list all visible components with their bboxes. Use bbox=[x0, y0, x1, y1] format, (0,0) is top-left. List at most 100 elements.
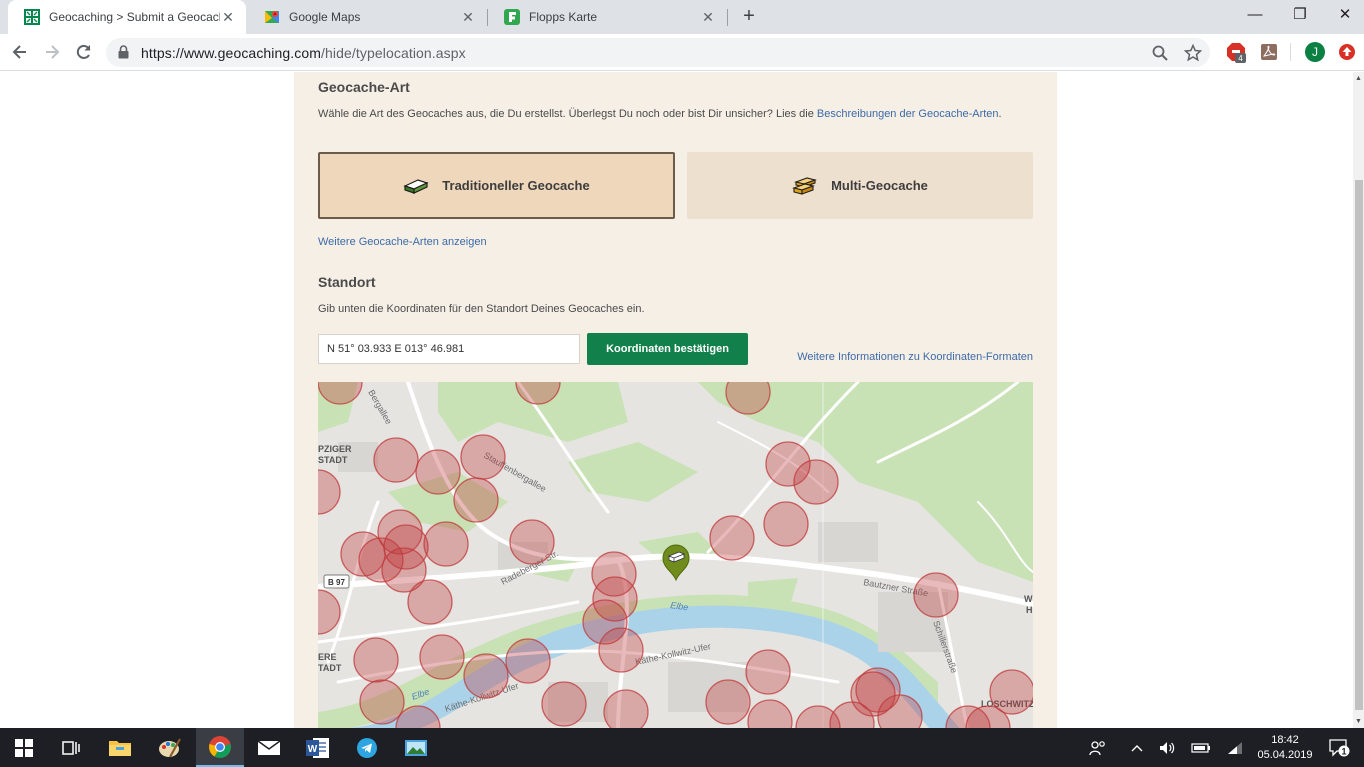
back-icon[interactable] bbox=[6, 38, 34, 66]
photos-app-icon[interactable] bbox=[392, 728, 440, 767]
cache-type-traditional-button[interactable]: Traditioneller Geocache bbox=[318, 152, 675, 219]
tab-flopps-karte[interactable]: Flopps Karte ✕ bbox=[488, 0, 726, 34]
map-label-street: Bergallee bbox=[366, 388, 394, 426]
cache-proximity-circle bbox=[505, 638, 551, 684]
cache-proximity-circle bbox=[509, 519, 555, 565]
tab-google-maps[interactable]: Google Maps ✕ bbox=[248, 0, 486, 34]
tab-title: Geocaching > Submit a Geocach bbox=[49, 10, 220, 24]
windows-start-icon[interactable] bbox=[0, 728, 48, 767]
close-icon[interactable]: ✕ bbox=[700, 9, 716, 25]
people-icon[interactable] bbox=[1084, 728, 1112, 767]
taskbar-clock[interactable]: 18:42 05.04.2019 bbox=[1250, 733, 1320, 763]
scroll-up-icon[interactable]: ▲ bbox=[1355, 75, 1362, 82]
cache-proximity-circle bbox=[763, 501, 809, 547]
cache-proximity-circle bbox=[709, 515, 755, 561]
reload-icon[interactable] bbox=[70, 38, 98, 66]
tab-divider bbox=[727, 9, 728, 26]
road-badge: B 97 bbox=[323, 574, 350, 589]
cache-proximity-circle bbox=[747, 699, 793, 728]
extension-badge: 4 bbox=[1238, 54, 1243, 63]
update-arrow-icon[interactable] bbox=[1337, 42, 1357, 62]
map-label-district: H bbox=[1026, 605, 1033, 615]
chevron-up-icon[interactable] bbox=[1124, 728, 1150, 767]
scrollbar-thumb[interactable] bbox=[1355, 180, 1363, 710]
close-icon[interactable]: ✕ bbox=[460, 9, 476, 25]
lock-icon bbox=[118, 45, 129, 59]
windows-taskbar: W 18:42 05.04.2019 1 bbox=[0, 728, 1364, 767]
cache-type-description: Wähle die Art des Geocaches aus, die Du … bbox=[318, 107, 1028, 121]
cache-proximity-circle bbox=[705, 679, 751, 725]
map-label-district: PZIGER bbox=[318, 444, 352, 454]
new-tab-button[interactable]: + bbox=[738, 5, 760, 27]
paint-app-icon[interactable] bbox=[146, 728, 194, 767]
cache-type-label: Multi-Geocache bbox=[831, 178, 928, 193]
telegram-app-icon[interactable] bbox=[343, 728, 391, 767]
cache-proximity-circle bbox=[373, 437, 419, 483]
file-explorer-icon[interactable] bbox=[96, 728, 144, 767]
cache-proximity-circle bbox=[745, 649, 791, 695]
cache-proximity-circle bbox=[423, 521, 469, 567]
tab-title: Flopps Karte bbox=[529, 10, 598, 24]
location-map[interactable]: Elbe Elbe Radeberger Str. Bautzner Straß… bbox=[318, 382, 1033, 728]
svg-text:W: W bbox=[308, 744, 318, 755]
map-label-district: TADT bbox=[318, 663, 342, 673]
pdf-extension-icon[interactable] bbox=[1259, 42, 1279, 62]
cache-proximity-circle bbox=[453, 477, 499, 523]
forward-icon[interactable] bbox=[38, 38, 66, 66]
cache-location-marker[interactable] bbox=[662, 544, 690, 582]
profile-avatar[interactable]: J bbox=[1305, 42, 1325, 62]
chrome-taskbar-icon[interactable] bbox=[196, 728, 244, 767]
adblock-extension-icon[interactable]: 4 bbox=[1226, 42, 1246, 63]
zoom-icon[interactable] bbox=[1151, 44, 1169, 62]
battery-icon[interactable] bbox=[1188, 728, 1214, 767]
location-description: Gib unten die Koordinaten für den Stando… bbox=[318, 303, 645, 315]
cache-proximity-circle bbox=[415, 449, 461, 495]
clock-date: 05.04.2019 bbox=[1257, 749, 1313, 761]
traditional-cache-icon bbox=[403, 178, 429, 194]
scroll-down-icon[interactable]: ▼ bbox=[1355, 718, 1362, 725]
cache-proximity-circle bbox=[460, 434, 506, 480]
browser-toolbar: https://www.geocaching.com/hide/typeloca… bbox=[0, 34, 1364, 71]
coordinate-formats-link[interactable]: Weitere Informationen zu Koordinaten-For… bbox=[797, 351, 1033, 363]
section-title-location: Standort bbox=[318, 274, 376, 290]
cache-proximity-circle bbox=[463, 653, 509, 699]
map-label-district: W bbox=[1024, 594, 1033, 604]
map-label-district: ERE bbox=[318, 652, 337, 662]
cache-proximity-circle bbox=[359, 679, 405, 725]
description-end: . bbox=[998, 108, 1002, 120]
mail-app-icon[interactable] bbox=[245, 728, 293, 767]
cache-proximity-circle bbox=[913, 572, 959, 618]
wifi-icon[interactable] bbox=[1222, 728, 1248, 767]
coordinates-input[interactable]: N 51° 03.933 E 013° 46.981 bbox=[318, 334, 580, 364]
browser-tab-strip: Geocaching > Submit a Geocach ✕ Google M… bbox=[0, 0, 1364, 34]
more-cache-types-link[interactable]: Weitere Geocache-Arten anzeigen bbox=[318, 235, 487, 249]
maximize-icon[interactable]: ❐ bbox=[1277, 0, 1323, 30]
cache-proximity-circle bbox=[598, 627, 644, 673]
cache-proximity-circle bbox=[603, 689, 649, 728]
cache-type-multi-button[interactable]: Multi-Geocache bbox=[687, 152, 1033, 219]
page-scrollbar[interactable]: ▲ ▼ bbox=[1353, 72, 1364, 728]
cache-proximity-circle bbox=[318, 589, 341, 635]
multi-cache-icon bbox=[792, 176, 817, 195]
action-center-icon[interactable]: 1 bbox=[1324, 728, 1354, 767]
cache-type-descriptions-link[interactable]: Beschreibungen der Geocache-Arten bbox=[817, 108, 999, 120]
cache-proximity-circle bbox=[353, 637, 399, 683]
bookmark-star-icon[interactable] bbox=[1183, 43, 1203, 62]
cache-proximity-circle bbox=[793, 459, 839, 505]
volume-icon[interactable] bbox=[1154, 728, 1180, 767]
page-viewport: Geocache-Art Wähle die Art des Geocaches… bbox=[0, 72, 1353, 728]
clock-time: 18:42 bbox=[1271, 734, 1299, 746]
url-host: https://www.geocaching.com bbox=[141, 45, 322, 61]
close-window-icon[interactable]: ✕ bbox=[1322, 0, 1364, 30]
url-text: https://www.geocaching.com/hide/typeloca… bbox=[141, 45, 466, 61]
tab-title: Google Maps bbox=[289, 10, 361, 24]
minimize-icon[interactable]: — bbox=[1232, 0, 1278, 30]
task-view-icon[interactable] bbox=[46, 728, 94, 767]
cache-proximity-circle bbox=[419, 634, 465, 680]
word-app-icon[interactable]: W bbox=[294, 728, 342, 767]
confirm-coordinates-button[interactable]: Koordinaten bestätigen bbox=[587, 333, 748, 365]
address-bar[interactable]: https://www.geocaching.com/hide/typeloca… bbox=[106, 38, 1210, 67]
tab-geocaching[interactable]: Geocaching > Submit a Geocach ✕ bbox=[8, 0, 246, 34]
section-title-cache-type: Geocache-Art bbox=[318, 79, 410, 95]
close-icon[interactable]: ✕ bbox=[220, 9, 236, 25]
